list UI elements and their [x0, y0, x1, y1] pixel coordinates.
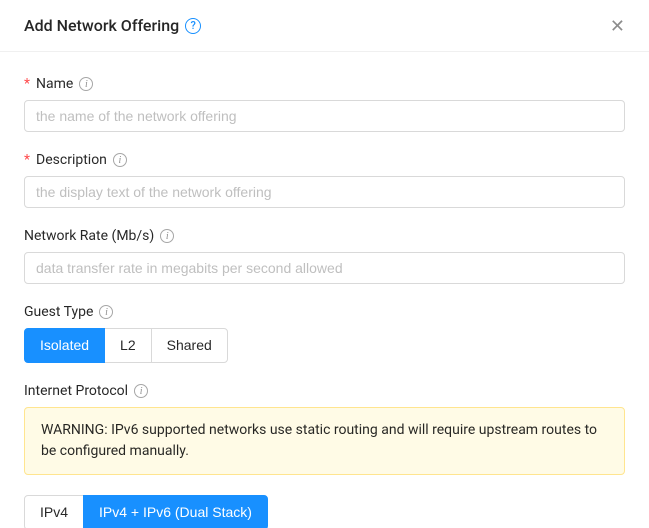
info-icon[interactable]: i — [99, 305, 113, 319]
info-icon[interactable]: i — [113, 153, 127, 167]
protocol-ipv4[interactable]: IPv4 — [24, 495, 84, 528]
protocol-dualstack[interactable]: IPv4 + IPv6 (Dual Stack) — [83, 495, 268, 528]
modal-header: Add Network Offering ? ✕ — [0, 0, 649, 52]
help-icon[interactable]: ? — [185, 18, 201, 34]
modal-body: * Name i * Description i Network Rate (M… — [0, 52, 649, 528]
modal-title: Add Network Offering — [24, 16, 179, 35]
required-mark: * — [24, 152, 30, 168]
guest-type-field: Guest Type i Isolated L2 Shared — [24, 304, 625, 363]
internet-protocol-label: Internet Protocol — [24, 383, 128, 399]
name-label-row: * Name i — [24, 76, 625, 92]
internet-protocol-radio-group: IPv4 IPv4 + IPv6 (Dual Stack) — [24, 495, 268, 528]
name-field: * Name i — [24, 76, 625, 132]
name-label: Name — [36, 76, 73, 92]
guest-type-shared[interactable]: Shared — [151, 328, 228, 363]
guest-type-radio-group: Isolated L2 Shared — [24, 328, 228, 363]
guest-type-isolated[interactable]: Isolated — [24, 328, 105, 363]
ipv6-warning: WARNING: IPv6 supported networks use sta… — [24, 407, 625, 475]
info-icon[interactable]: i — [160, 229, 174, 243]
description-label-row: * Description i — [24, 152, 625, 168]
info-icon[interactable]: i — [79, 77, 93, 91]
description-field: * Description i — [24, 152, 625, 208]
required-mark: * — [24, 76, 30, 92]
description-input[interactable] — [24, 176, 625, 208]
close-button[interactable]: ✕ — [610, 17, 625, 35]
network-rate-input[interactable] — [24, 252, 625, 284]
guest-type-label: Guest Type — [24, 304, 93, 320]
internet-protocol-label-row: Internet Protocol i — [24, 383, 625, 399]
network-rate-label: Network Rate (Mb/s) — [24, 228, 154, 244]
network-rate-field: Network Rate (Mb/s) i — [24, 228, 625, 284]
guest-type-l2[interactable]: L2 — [104, 328, 152, 363]
close-icon: ✕ — [610, 16, 625, 36]
network-rate-label-row: Network Rate (Mb/s) i — [24, 228, 625, 244]
info-icon[interactable]: i — [134, 384, 148, 398]
name-input[interactable] — [24, 100, 625, 132]
add-network-offering-modal: Add Network Offering ? ✕ * Name i * Desc… — [0, 0, 649, 528]
internet-protocol-field: Internet Protocol i WARNING: IPv6 suppor… — [24, 383, 625, 528]
description-label: Description — [36, 152, 107, 168]
guest-type-label-row: Guest Type i — [24, 304, 625, 320]
modal-title-wrap: Add Network Offering ? — [24, 16, 201, 35]
